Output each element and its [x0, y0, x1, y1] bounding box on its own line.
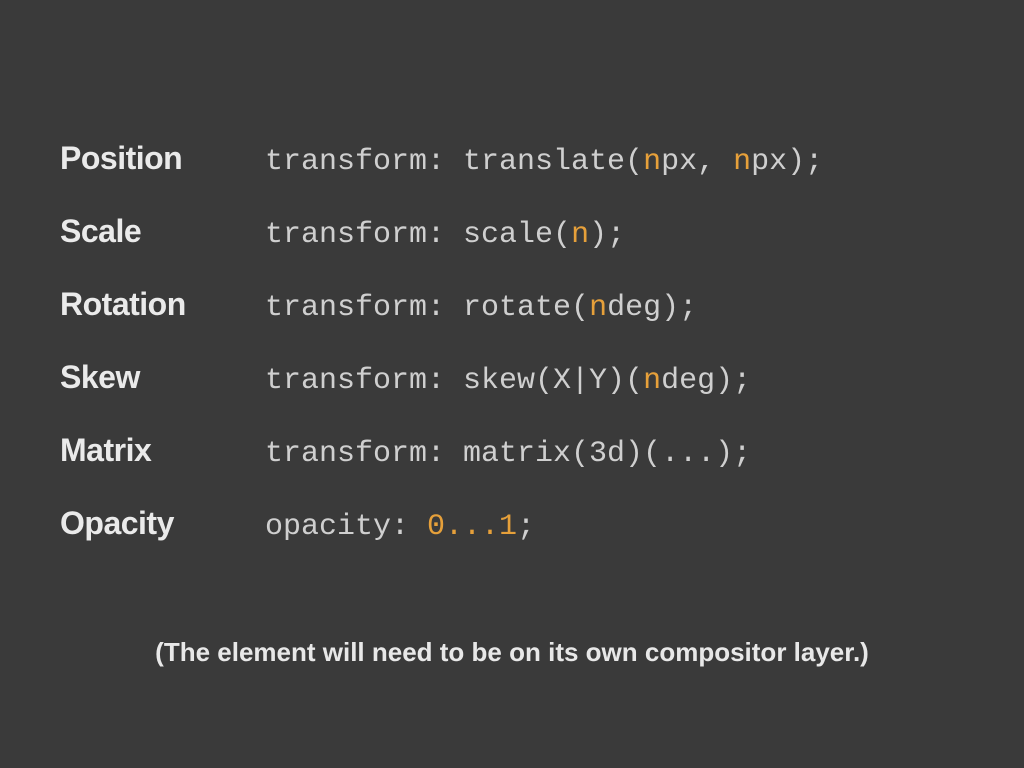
property-label: Skew: [60, 359, 265, 396]
property-row: Positiontransform: translate(npx, npx);: [60, 140, 964, 179]
code-token: transform: rotate(: [265, 291, 589, 325]
property-code: opacity: 0...1;: [265, 510, 535, 544]
footnote: (The element will need to be on its own …: [0, 637, 1024, 668]
property-label: Matrix: [60, 432, 265, 469]
property-row: Matrixtransform: matrix(3d)(...);: [60, 432, 964, 471]
code-token: ;: [517, 510, 535, 544]
code-token-highlight: 0...1: [427, 510, 517, 544]
code-token: transform: translate(: [265, 145, 643, 179]
property-row: Skewtransform: skew(X|Y)(ndeg);: [60, 359, 964, 398]
property-list: Positiontransform: translate(npx, npx);S…: [60, 140, 964, 544]
property-code: transform: rotate(ndeg);: [265, 291, 697, 325]
code-token-highlight: n: [643, 364, 661, 398]
property-label: Scale: [60, 213, 265, 250]
property-code: transform: scale(n);: [265, 218, 625, 252]
property-row: Opacityopacity: 0...1;: [60, 505, 964, 544]
property-row: Scaletransform: scale(n);: [60, 213, 964, 252]
property-code: transform: translate(npx, npx);: [265, 145, 823, 179]
code-token-highlight: n: [643, 145, 661, 179]
code-token: deg);: [661, 364, 751, 398]
property-code: transform: skew(X|Y)(ndeg);: [265, 364, 751, 398]
code-token-highlight: n: [589, 291, 607, 325]
code-token-highlight: n: [571, 218, 589, 252]
code-token: );: [589, 218, 625, 252]
code-token: px);: [751, 145, 823, 179]
property-row: Rotationtransform: rotate(ndeg);: [60, 286, 964, 325]
code-token: deg);: [607, 291, 697, 325]
slide: Positiontransform: translate(npx, npx);S…: [0, 0, 1024, 768]
code-token: transform: matrix(3d)(...);: [265, 437, 751, 471]
code-token: opacity:: [265, 510, 427, 544]
property-code: transform: matrix(3d)(...);: [265, 437, 751, 471]
code-token: px,: [661, 145, 733, 179]
code-token: transform: skew(X|Y)(: [265, 364, 643, 398]
property-label: Position: [60, 140, 265, 177]
property-label: Rotation: [60, 286, 265, 323]
code-token: transform: scale(: [265, 218, 571, 252]
code-token-highlight: n: [733, 145, 751, 179]
property-label: Opacity: [60, 505, 265, 542]
